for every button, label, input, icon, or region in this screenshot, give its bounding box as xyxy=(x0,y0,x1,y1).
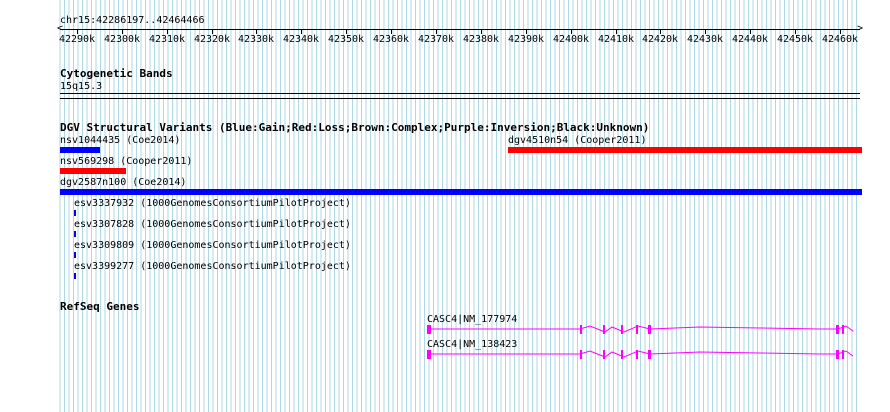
gene-exon[interactable] xyxy=(580,325,582,334)
gene-exon[interactable] xyxy=(636,325,638,334)
refseq-gene-models[interactable] xyxy=(0,0,890,412)
gene-exon[interactable] xyxy=(603,325,605,334)
gene-exon[interactable] xyxy=(842,350,844,359)
gene-intron-line xyxy=(430,350,854,358)
gene-exon[interactable] xyxy=(636,350,638,359)
gene-exon[interactable] xyxy=(427,325,431,334)
gene-exon[interactable] xyxy=(648,350,651,359)
gene-exon[interactable] xyxy=(836,350,839,359)
genome-browser-view: chr15:42286197..42464466 < > 42290k 42300… xyxy=(0,0,890,412)
gene-exon[interactable] xyxy=(580,350,582,359)
gene-exon[interactable] xyxy=(842,325,844,334)
gene-exon[interactable] xyxy=(427,350,431,359)
gene-exon[interactable] xyxy=(648,325,651,334)
gene-exon[interactable] xyxy=(836,325,839,334)
gene-intron-line xyxy=(430,325,854,333)
gene-exon[interactable] xyxy=(603,350,605,359)
gene-exon[interactable] xyxy=(621,350,623,359)
gene-exon[interactable] xyxy=(621,325,623,334)
